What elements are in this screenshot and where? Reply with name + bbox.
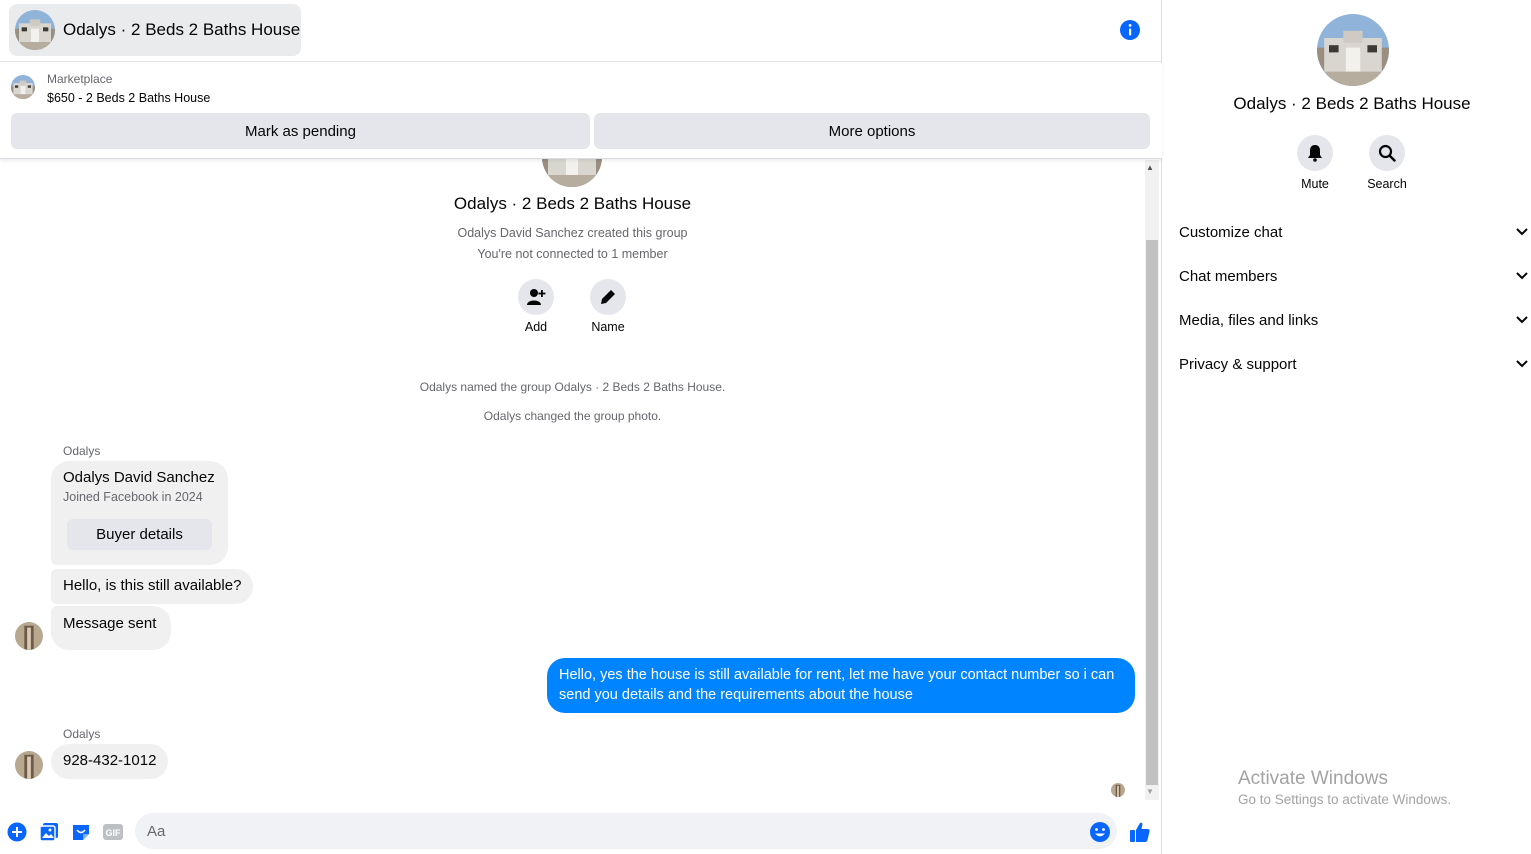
outgoing-message-bubble[interactable]: Hello, yes the house is still available … — [547, 658, 1135, 713]
sender-name: Odalys — [63, 727, 101, 741]
search-icon — [1378, 144, 1396, 162]
sender-avatar[interactable] — [15, 751, 43, 779]
chat-main-pane: Odalys · 2 Beds 2 Baths House Marketplac… — [0, 0, 1162, 854]
mute-label: Mute — [1301, 177, 1329, 191]
message-bubble[interactable]: 928-432-1012 — [51, 744, 169, 779]
add-member-button[interactable] — [518, 279, 554, 315]
scrollbar-thumb[interactable] — [1146, 240, 1158, 785]
marketplace-banner: Marketplace $650 - 2 Beds 2 Baths House … — [0, 63, 1162, 159]
buyer-details-button[interactable]: Buyer details — [67, 519, 212, 550]
sticker-icon[interactable] — [70, 821, 92, 843]
chevron-down-icon — [1515, 225, 1529, 239]
add-person-icon — [527, 289, 546, 305]
svg-text:GIF: GIF — [106, 828, 122, 838]
chat-header: Odalys · 2 Beds 2 Baths House — [0, 0, 1162, 62]
privacy-support-section[interactable]: Privacy & support — [1179, 352, 1529, 376]
system-message: Odalys named the group Odalys · 2 Beds 2… — [419, 380, 726, 394]
chevron-down-icon — [1515, 313, 1529, 327]
more-options-button[interactable]: More options — [594, 113, 1150, 149]
plus-circle-icon[interactable] — [6, 821, 28, 843]
like-icon[interactable] — [1129, 821, 1151, 843]
section-label: Chat members — [1179, 267, 1278, 285]
media-files-links-section[interactable]: Media, files and links — [1179, 308, 1529, 332]
marketplace-label: Marketplace — [47, 72, 113, 86]
message-bubble[interactable]: Message sent — [51, 606, 171, 650]
group-created-text: Odalys David Sanchez created this group — [457, 226, 688, 240]
emoji-icon[interactable] — [1089, 821, 1111, 843]
message-bubble[interactable]: Hello, is this still available? — [51, 569, 254, 604]
pencil-icon — [601, 290, 615, 304]
search-label: Search — [1367, 177, 1407, 191]
watermark-line1: Activate Windows — [1238, 768, 1388, 789]
chat-members-section[interactable]: Chat members — [1179, 264, 1529, 288]
group-photo — [15, 10, 55, 50]
system-message: Odalys changed the group photo. — [483, 409, 662, 423]
sender-avatar[interactable] — [15, 622, 43, 650]
listing-title[interactable]: $650 - 2 Beds 2 Baths House — [47, 91, 210, 105]
group-name-heading: Odalys · 2 Beds 2 Baths House — [453, 194, 692, 213]
buyer-joined: Joined Facebook in 2024 — [63, 490, 203, 504]
buyer-info-card: Odalys David Sanchez Joined Facebook in … — [51, 461, 228, 565]
photo-icon[interactable] — [38, 821, 60, 843]
mark-pending-button[interactable]: Mark as pending — [11, 113, 590, 149]
add-member-label: Add — [524, 320, 548, 334]
section-label: Customize chat — [1179, 223, 1283, 241]
watermark-line2: Go to Settings to activate Windows. — [1238, 792, 1452, 807]
section-label: Privacy & support — [1179, 355, 1297, 373]
chevron-down-icon — [1515, 357, 1529, 371]
group-photo-side[interactable] — [1317, 14, 1389, 86]
side-group-name: Odalys · 2 Beds 2 Baths House — [1233, 94, 1471, 113]
chat-details-panel: Odalys · 2 Beds 2 Baths House Mute Searc… — [1163, 0, 1531, 854]
gif-icon[interactable]: GIF — [102, 821, 124, 843]
mute-button[interactable] — [1297, 135, 1333, 171]
section-label: Media, files and links — [1179, 311, 1319, 329]
chevron-down-icon — [1515, 269, 1529, 283]
buyer-name: Odalys David Sanchez — [63, 469, 215, 486]
rename-group-label: Name — [591, 320, 625, 334]
not-connected-text: You're not connected to 1 member — [477, 247, 668, 261]
message-input[interactable] — [135, 813, 1117, 849]
chat-title-button[interactable]: Odalys · 2 Beds 2 Baths House — [9, 4, 301, 56]
scroll-down-arrow-icon[interactable]: ▼ — [1146, 787, 1154, 796]
bell-icon — [1308, 145, 1322, 162]
scroll-up-arrow-icon[interactable]: ▲ — [1146, 163, 1154, 172]
sender-name: Odalys — [63, 444, 101, 458]
search-button[interactable] — [1369, 135, 1405, 171]
listing-thumbnail[interactable] — [11, 75, 35, 99]
chat-title: Odalys · 2 Beds 2 Baths House — [63, 20, 301, 39]
info-icon[interactable] — [1119, 19, 1141, 41]
rename-group-button[interactable] — [590, 279, 626, 315]
customize-chat-section[interactable]: Customize chat — [1179, 220, 1529, 244]
activate-windows-watermark: Activate Windows Go to Settings to activ… — [1238, 768, 1451, 807]
read-receipt-avatar — [1111, 783, 1125, 797]
